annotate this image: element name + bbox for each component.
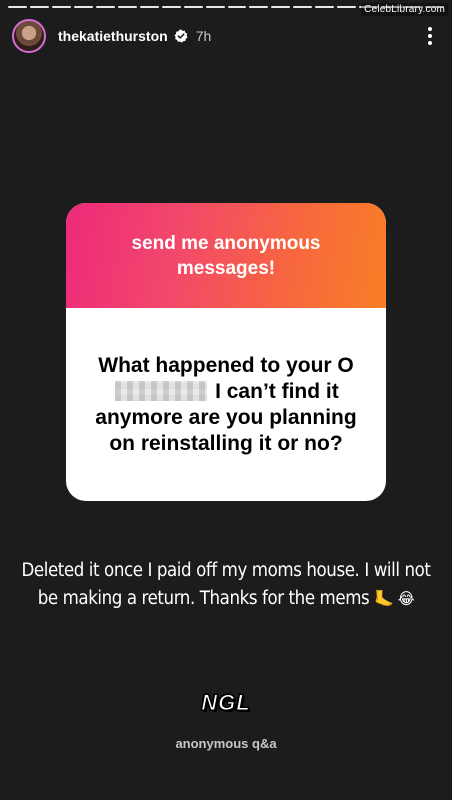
- dot: [428, 41, 432, 45]
- progress-segment: [51, 6, 71, 8]
- answer-emojis: 🦶 😂: [374, 589, 415, 608]
- question-text-start: What happened to your O: [98, 353, 354, 377]
- post-time: 7h: [195, 28, 212, 44]
- username[interactable]: thekatiethurston: [58, 28, 168, 44]
- dot: [428, 27, 432, 31]
- sticker-body: What happened to your O I can’t find it …: [66, 308, 386, 501]
- progress-segment: [29, 6, 49, 8]
- sticker-header: send me anonymous messages!: [66, 203, 386, 308]
- dot: [428, 34, 432, 38]
- story-header: thekatiethurston 7h: [12, 18, 440, 54]
- sticker-prompt: send me anonymous messages!: [131, 232, 321, 279]
- more-vertical-icon[interactable]: [420, 24, 440, 48]
- watermark: CelebLibrary.com: [361, 3, 448, 16]
- progress-segment: [117, 6, 137, 8]
- progress-segment: [271, 6, 291, 8]
- avatar[interactable]: [12, 19, 46, 53]
- progress-segment: [8, 6, 27, 8]
- progress-segment: [161, 6, 181, 8]
- ngl-logo[interactable]: NGL: [0, 690, 452, 716]
- ngl-subtitle: anonymous q&a: [175, 736, 277, 751]
- progress-segment: [293, 6, 313, 8]
- progress-segment: [95, 6, 115, 8]
- answer-text: Deleted it once I paid off my moms house…: [21, 560, 431, 609]
- progress-segment: [183, 6, 203, 8]
- answer-caption: Deleted it once I paid off my moms house…: [20, 557, 432, 613]
- progress-segment: [315, 6, 335, 8]
- progress-segment: [227, 6, 247, 8]
- progress-segment: [249, 6, 269, 8]
- ngl-logo-text: NGL: [201, 690, 251, 716]
- pixelated-redaction: [115, 380, 208, 401]
- progress-segment: [205, 6, 225, 8]
- progress-segment: [139, 6, 159, 8]
- progress-segment: [73, 6, 93, 8]
- question-sticker: send me anonymous messages! What happene…: [66, 203, 386, 501]
- question-text: What happened to your O I can’t find it …: [91, 353, 361, 457]
- progress-segment: [337, 6, 357, 8]
- verified-badge-icon: [174, 29, 188, 43]
